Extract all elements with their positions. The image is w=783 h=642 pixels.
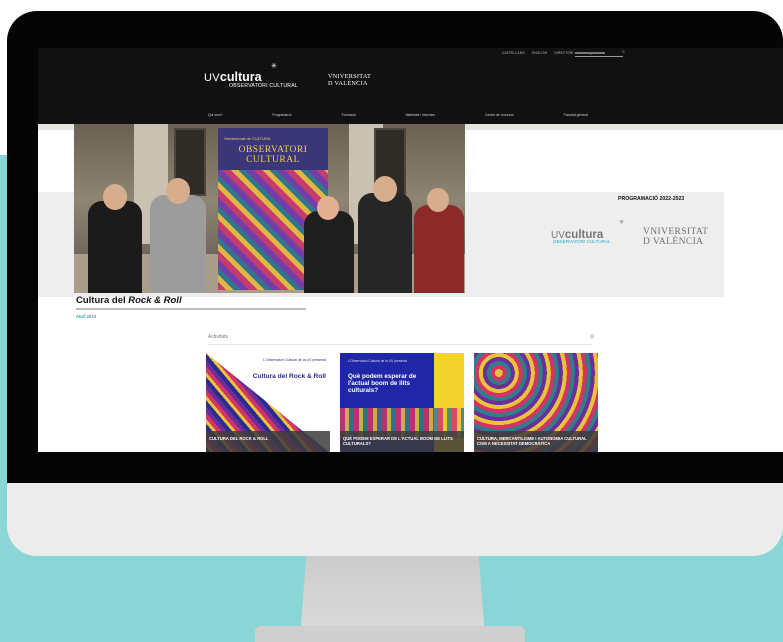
hero-photo[interactable]: Vicerectorat de CULTURA OBSERVATORI CULT… — [74, 124, 465, 293]
hero-title-italic: Rock & Roll — [128, 295, 182, 306]
person — [150, 195, 206, 293]
monitor-frame: CASTELLANO ENGLISH DIRECTORI ● ▦ ⌕ UVcul… — [7, 11, 783, 556]
person-head — [427, 188, 449, 212]
promo-university-line2: D VALÈNCIA — [643, 237, 704, 247]
nav-item-recursos[interactable]: Centre de recursos — [485, 113, 514, 117]
nav-item-qui-som[interactable]: Qui som? — [208, 113, 223, 117]
card-caption: CULTURA, MERCANTILISME I AUTONOMIA CULTU… — [477, 436, 587, 447]
promo-logo-subtitle: OBSERVATORI CULTURAL — [553, 239, 611, 244]
person-head — [317, 196, 339, 220]
card-big-text: Què podem esperar de l'actual boom de ll… — [348, 373, 417, 394]
monitor-stand-base — [255, 626, 525, 642]
card-small-text: L'Observatori Cultural de la UV presenta — [263, 358, 326, 362]
promo-university-line1: VNIVERSITAT — [643, 227, 709, 237]
uvcultura-logo[interactable]: UVcultura ✳ OBSERVATORI CULTURAL — [204, 63, 298, 89]
activitats-divider — [208, 344, 593, 345]
activity-card-llits-culturals[interactable]: L'Observatori Cultural de la UV presenta… — [340, 353, 464, 452]
hero-description-line — [76, 308, 306, 310]
nav-item-facultat[interactable]: Facultat general — [564, 113, 588, 117]
card-caption: QUÈ PODEM ESPERAR DE L'ACTUAL BOOM DE LL… — [343, 436, 453, 447]
banner-small-text: Vicerectorat de CULTURA — [224, 136, 271, 141]
person-head — [166, 178, 190, 204]
banner-title: OBSERVATORI CULTURAL — [228, 145, 318, 165]
nav-item-formacio[interactable]: Formació — [342, 113, 356, 117]
lang-english-link[interactable]: ENGLISH — [532, 51, 547, 55]
website-screen: CASTELLANO ENGLISH DIRECTORI ● ▦ ⌕ UVcul… — [38, 48, 783, 452]
banner-title-line1: OBSERVATORI — [238, 145, 308, 155]
university-logo[interactable]: VNIVERSITAT D VALÈNCIA — [328, 73, 371, 87]
promo-university-logo: VNIVERSITAT D VALÈNCIA — [643, 227, 708, 247]
card-caption-bar: CULTURA DEL ROCK & ROLL — [206, 431, 330, 452]
programacio-title: PROGRAMACIÓ 2022-2023 — [618, 196, 685, 202]
card-caption-bar: QUÈ PODEM ESPERAR DE L'ACTUAL BOOM DE LL… — [340, 431, 464, 452]
card-caption-bar: CULTURA, MERCANTILISME I AUTONOMIA CULTU… — [474, 431, 598, 452]
activitats-toggle-icon[interactable]: ⊠ — [590, 334, 594, 340]
activity-card-rock-roll[interactable]: L'Observatori Cultural de la UV presenta… — [206, 353, 330, 452]
logo-uv-text: UV — [204, 72, 220, 84]
promo-uvcultura-logo: UVcultura ✳ OBSERVATORI CULTURAL — [551, 220, 624, 244]
card-caption: CULTURA DEL ROCK & ROLL — [209, 436, 269, 441]
person-head — [103, 184, 127, 210]
search-placeholder — [575, 52, 605, 54]
person-head — [373, 176, 397, 202]
search-icon[interactable]: ⌕ — [622, 49, 625, 55]
hero-title-plain: Cultura del — [76, 295, 129, 306]
card-big-text: Cultura del Rock & Roll — [252, 373, 326, 380]
person — [358, 193, 412, 293]
card-small-text: L'Observatori Cultural de la UV presenta — [348, 359, 408, 363]
banner-title-line2: CULTURAL — [246, 155, 300, 165]
hero-title[interactable]: Cultura del Rock & Roll — [76, 295, 182, 306]
logo-spark-icon: ✳ — [271, 63, 277, 70]
promo-logo-spark-icon: ✳ — [619, 220, 625, 226]
nav-item-materials[interactable]: Materials i informes — [406, 113, 435, 117]
logo-subtitle: OBSERVATORI CULTURAL — [229, 83, 298, 89]
nav-item-programacio[interactable]: Programació — [272, 113, 291, 117]
hero-date: Abril 2023 — [76, 314, 97, 319]
search-input[interactable]: ⌕ — [575, 49, 625, 57]
university-logo-line1: VNIVERSITAT — [328, 73, 372, 80]
activitats-list: L'Observatori Cultural de la UV presenta… — [206, 353, 602, 452]
lang-castellano-link[interactable]: CASTELLANO — [502, 51, 525, 55]
site-header: CASTELLANO ENGLISH DIRECTORI ● ▦ ⌕ UVcul… — [38, 48, 783, 124]
university-logo-line2: D VALÈNCIA — [328, 80, 368, 87]
person — [304, 211, 354, 293]
directori-link[interactable]: DIRECTORI — [554, 51, 573, 55]
person — [414, 205, 464, 293]
activitats-heading: Activitats — [208, 334, 229, 340]
person — [88, 201, 142, 293]
activity-card-autonomia-cultural[interactable]: CULTURA, MERCANTILISME I AUTONOMIA CULTU… — [474, 353, 598, 452]
logo-cultura-text: cultura — [219, 70, 262, 84]
main-nav: Qui som? Programació Formació Materials … — [208, 113, 588, 117]
